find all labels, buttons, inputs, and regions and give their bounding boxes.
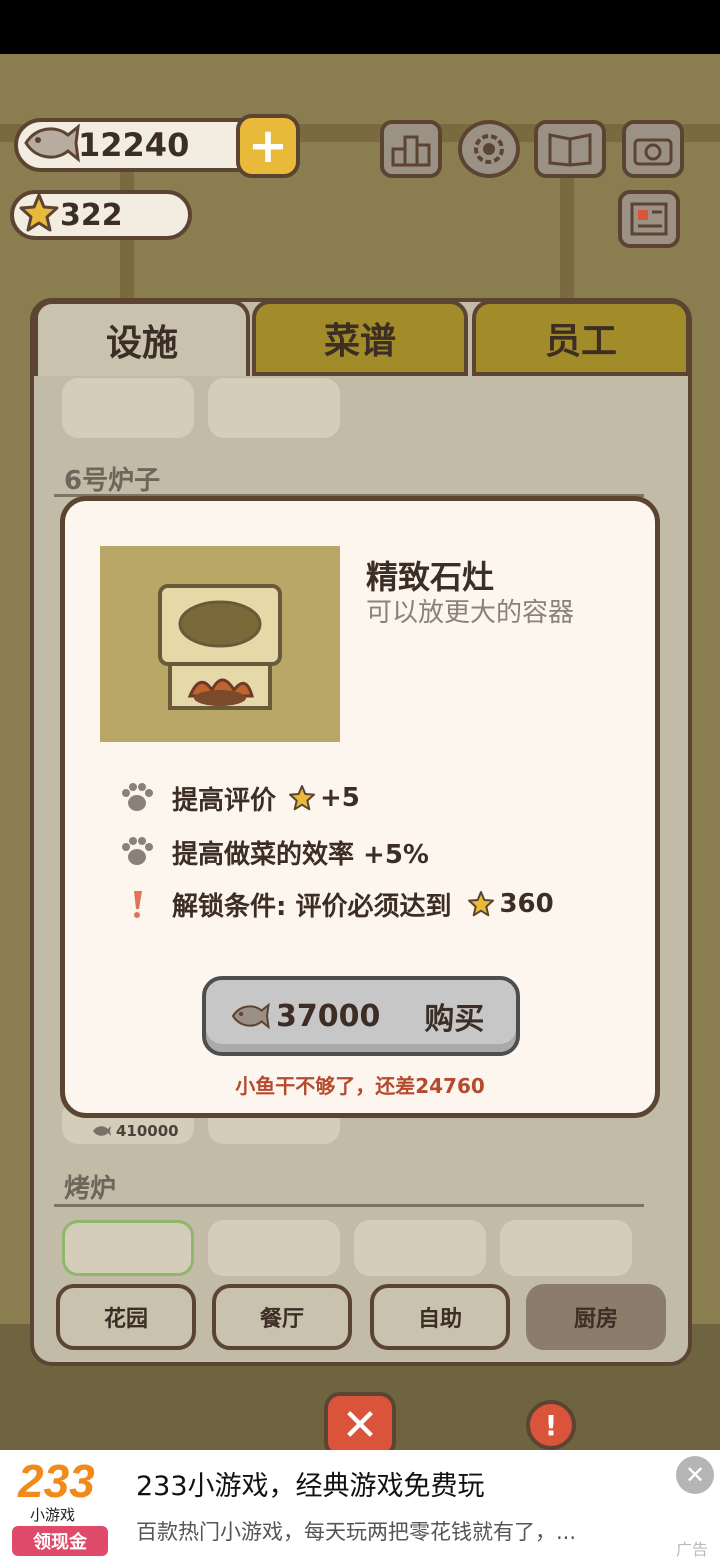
camera-icon[interactable] [622, 120, 684, 178]
slot-price-value: 410000 [116, 1122, 179, 1140]
exclamation-icon [120, 889, 168, 919]
tab-restaurant[interactable]: 餐厅 [212, 1284, 352, 1350]
ad-subtitle[interactable]: 百款热门小游戏，每天玩两把零花钱就有了，... [136, 1516, 576, 1546]
oven-slot[interactable] [500, 1220, 632, 1276]
ad-logo-text: 小游戏 [30, 1506, 76, 1524]
ad-logo: 233 小游戏 领现金 [12, 1455, 108, 1556]
oven-section-label: 烤炉 [64, 1174, 117, 1204]
oven-slot[interactable] [354, 1220, 486, 1276]
settings-gear-icon[interactable] [458, 120, 520, 178]
insufficient-funds-warning: 小鱼干不够了，还差24760 [235, 1074, 485, 1098]
tab-self-service[interactable]: 自助 [370, 1284, 510, 1350]
effect-unlock-condition: 解锁条件: 评价必须达到 360 [120, 884, 554, 924]
tab-kitchen[interactable]: 厨房 [526, 1284, 666, 1350]
ad-title[interactable]: 233小游戏，经典游戏免费玩 [136, 1464, 485, 1503]
facility-slot[interactable] [62, 378, 194, 438]
newspaper-icon[interactable] [618, 190, 680, 248]
tab-garden[interactable]: 花园 [56, 1284, 196, 1350]
effect-text: 提高做菜的效率 +5% [172, 839, 429, 870]
recipe-book-icon[interactable] [534, 120, 606, 178]
section-divider [54, 1204, 644, 1207]
status-bar [0, 0, 720, 54]
ad-tag: 广告 [676, 1540, 709, 1559]
add-fish-button[interactable]: + [236, 114, 300, 178]
effect-value: 360 [499, 889, 554, 919]
effect-value: +5 [320, 783, 360, 813]
ad-close-button[interactable]: ✕ [676, 1456, 714, 1494]
tab-recipes[interactable]: 菜谱 [252, 300, 468, 376]
ad-logo-number: 233 [18, 1455, 95, 1507]
facility-slot[interactable] [208, 378, 340, 438]
effect-text: 提高评价 [172, 785, 277, 816]
oven-slot-owned[interactable] [62, 1220, 194, 1276]
effect-rating: 提高评价 +5 [120, 778, 360, 818]
stove6-section-label: 6号炉子 [64, 466, 161, 496]
tab-staff[interactable]: 员工 [472, 300, 690, 376]
paw-icon [120, 783, 168, 813]
fish-count: 12240 [78, 126, 190, 164]
star-icon [467, 890, 495, 918]
fish-icon [231, 1002, 270, 1030]
fish-icon [93, 1126, 111, 1136]
star-count: 322 [60, 197, 123, 233]
buy-price: 37000 [276, 998, 381, 1034]
effect-efficiency: 提高做菜的效率 +5% [120, 832, 429, 872]
star-currency-bar: 322 [10, 190, 192, 240]
star-icon [288, 784, 316, 812]
item-description: 可以放更大的容器 [366, 598, 575, 628]
star-icon [18, 192, 60, 238]
stone-stove-image [100, 546, 340, 742]
oven-slot[interactable] [208, 1220, 340, 1276]
fish-icon [22, 121, 80, 169]
ranking-icon[interactable] [380, 120, 442, 178]
buy-button[interactable]: 37000 购买 [202, 976, 520, 1056]
ad-logo-pill: 领现金 [12, 1526, 108, 1556]
slot-price: 410000 [92, 1122, 179, 1140]
buy-label: 购买 [424, 1002, 485, 1037]
tab-facilities[interactable]: 设施 [34, 300, 250, 376]
effect-text: 解锁条件: 评价必须达到 [172, 891, 452, 922]
paw-icon [120, 837, 168, 867]
alert-badge-icon[interactable]: ! [526, 1400, 576, 1450]
close-panel-button[interactable]: ✕ [324, 1392, 396, 1458]
